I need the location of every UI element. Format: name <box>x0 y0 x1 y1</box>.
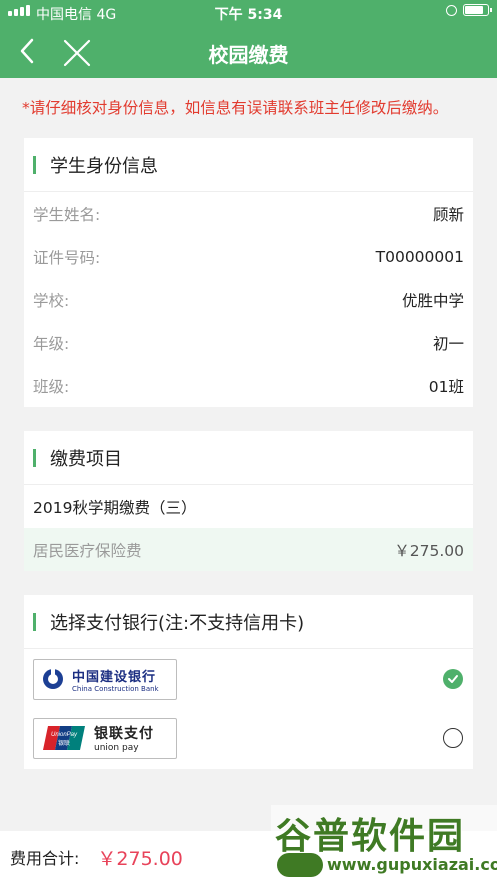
section-accent-bar <box>33 155 36 174</box>
watermark-badge <box>277 853 323 877</box>
info-label: 证件号码: <box>33 248 101 267</box>
info-value: 优胜中学 <box>401 291 464 310</box>
total-amount: ￥275.00 <box>97 847 183 870</box>
status-bar: 中国电信 4G 下午 5:34 <box>0 0 497 26</box>
unionpay-logo: UnionPay 银联 银联支付 union pay <box>33 717 177 759</box>
info-label: 年级: <box>33 334 70 353</box>
fee-term: 2019秋学期缴费（三） <box>33 498 197 517</box>
bank-name-en: China Construction Bank <box>72 684 159 693</box>
fee-label: 居民医疗保险费 <box>33 541 142 560</box>
clock: 下午 5:34 <box>214 7 283 23</box>
rotation-lock-icon <box>446 4 457 16</box>
radio-selected[interactable] <box>443 669 463 689</box>
section-accent-bar <box>33 612 36 631</box>
info-label: 学生姓名: <box>33 205 101 224</box>
ccb-emblem-icon <box>43 668 63 689</box>
page-title: 校园缴费 <box>208 43 289 67</box>
radio-unselected[interactable] <box>443 728 463 748</box>
watermark: 谷普软件园 www.gupuxiazai.com <box>271 805 497 883</box>
info-value: 顾新 <box>432 205 464 224</box>
watermark-url: www.gupuxiazai.com <box>327 855 497 874</box>
section-header: 学生身份信息 <box>24 138 473 192</box>
battery-icon <box>463 4 492 16</box>
bank-name: 银联支付 <box>94 726 154 742</box>
student-info-card: 学生身份信息 学生姓名: 顾新 证件号码: T00000001 学校: 优胜中学… <box>24 138 473 407</box>
info-row-id: 证件号码: T00000001 <box>24 235 473 278</box>
bank-option-unionpay[interactable]: UnionPay 银联 银联支付 union pay <box>24 709 473 769</box>
info-row-school: 学校: 优胜中学 <box>24 278 473 321</box>
fee-row: 居民医疗保险费 ￥275.00 <box>24 528 473 571</box>
check-icon <box>448 675 458 683</box>
bank-option-ccb[interactable]: 中国建设银行 China Construction Bank <box>24 649 473 709</box>
header: 中国电信 4G 下午 5:34 校园缴费 <box>0 0 497 78</box>
fee-amount: ￥275.00 <box>394 541 464 560</box>
total-label: 费用合计: <box>10 849 80 868</box>
notice-text: *请仔细核对身份信息，如信息有误请联系班主任修改后缴纳。 <box>22 99 449 117</box>
info-row-grade: 年级: 初一 <box>24 321 473 364</box>
info-value: T00000001 <box>375 247 464 266</box>
info-row-class: 班级: 01班 <box>24 364 473 407</box>
section-title: 选择支付银行(注:不支持信用卡) <box>50 612 305 634</box>
unionpay-emblem-icon: UnionPay 银联 <box>43 726 85 750</box>
bank-name: 中国建设银行 <box>72 669 157 685</box>
nav-bar: 校园缴费 <box>0 26 497 78</box>
fee-items-card: 缴费项目 2019秋学期缴费（三） 居民医疗保险费 ￥275.00 <box>24 431 473 571</box>
info-row-name: 学生姓名: 顾新 <box>24 192 473 235</box>
section-title: 学生身份信息 <box>50 155 158 177</box>
bank-select-card: 选择支付银行(注:不支持信用卡) 中国建设银行 China Constructi… <box>24 595 473 769</box>
info-label: 班级: <box>33 377 70 396</box>
section-title: 缴费项目 <box>50 448 122 470</box>
svg-text:UnionPay: UnionPay <box>51 732 78 738</box>
info-label: 学校: <box>33 291 70 310</box>
ccb-logo: 中国建设银行 China Construction Bank <box>33 658 177 700</box>
section-header: 缴费项目 <box>24 431 473 485</box>
info-value: 01班 <box>428 377 464 396</box>
section-accent-bar <box>33 448 36 467</box>
svg-text:银联: 银联 <box>58 739 70 747</box>
info-value: 初一 <box>432 334 464 353</box>
watermark-title: 谷普软件园 <box>275 816 466 857</box>
section-header: 选择支付银行(注:不支持信用卡) <box>24 595 473 649</box>
bank-name-en: union pay <box>94 743 139 753</box>
